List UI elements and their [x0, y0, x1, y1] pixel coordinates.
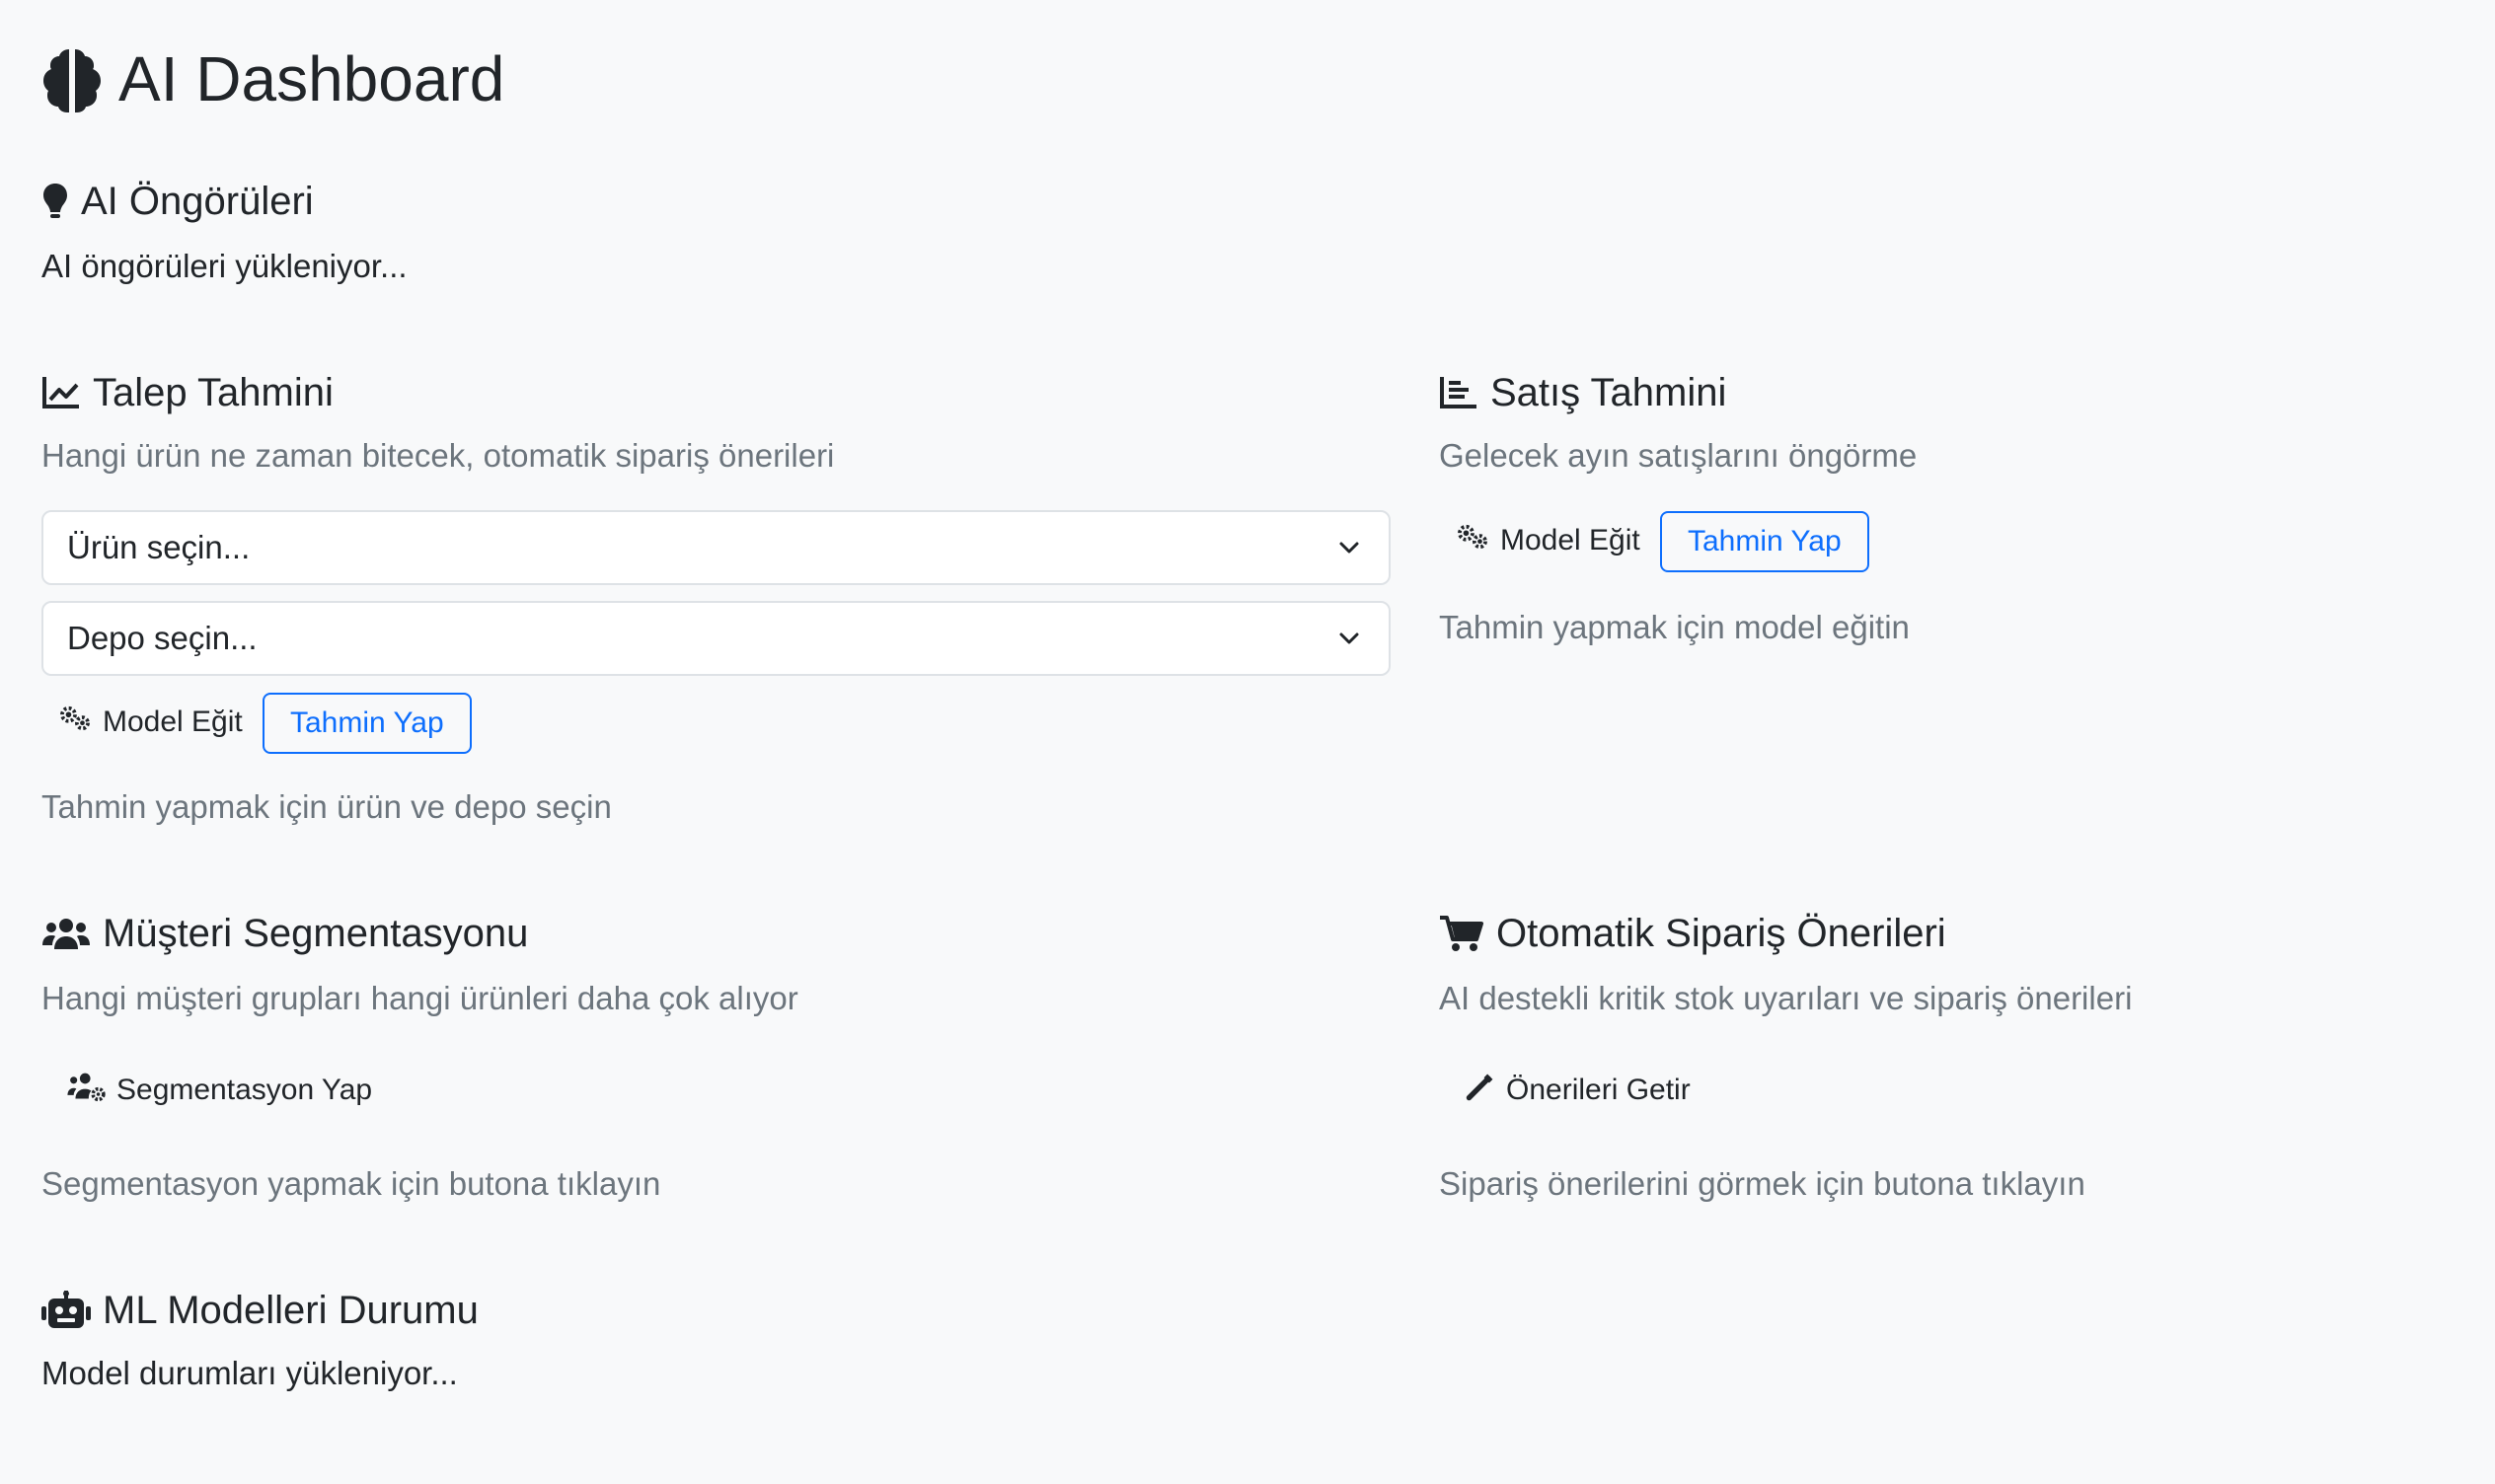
users-cog-icon — [67, 1071, 107, 1110]
demand-title: Talep Tahmini — [93, 371, 334, 414]
chevron-down-icon — [1335, 625, 1363, 652]
sales-hint: Tahmin yapmak için model eğitin — [1439, 609, 1910, 645]
product-select[interactable]: Ürün seçin... — [41, 510, 1391, 585]
auto-order-header: Otomatik Sipariş Önerileri — [1439, 908, 1946, 959]
segmentation-button[interactable]: Segmentasyon Yap — [67, 1061, 372, 1120]
ml-models-status: Model durumları yükleniyor... — [41, 1355, 458, 1391]
auto-order-hint: Sipariş önerilerini görmek için butona t… — [1439, 1165, 2085, 1202]
demand-predict-label: Tahmin Yap — [290, 706, 444, 739]
insights-status: AI öngörüleri yükleniyor... — [41, 248, 408, 284]
sales-subtitle: Gelecek ayın satışlarını öngörme — [1439, 437, 1918, 474]
page-title: AI Dashboard — [118, 43, 505, 114]
chevron-down-icon — [1335, 534, 1363, 561]
get-suggestions-label: Önerileri Getir — [1506, 1074, 1691, 1106]
segmentation-header: Müşteri Segmentasyonu — [41, 908, 528, 959]
ai-dashboard-page: AI Dashboard AI Öngörüleri AI öngörüleri… — [0, 0, 2495, 1484]
page-header: AI Dashboard — [39, 37, 504, 120]
sales-title: Satış Tahmini — [1490, 371, 1727, 414]
warehouse-select-value: Depo seçin... — [67, 620, 258, 656]
segmentation-hint: Segmentasyon yapmak için butona tıklayın — [41, 1165, 661, 1202]
product-select-value: Ürün seçin... — [67, 529, 251, 565]
insights-header: AI Öngörüleri — [41, 176, 314, 227]
gears-icon — [57, 705, 93, 740]
lightbulb-icon — [41, 182, 69, 221]
insights-title: AI Öngörüleri — [81, 180, 314, 223]
get-suggestions-button[interactable]: Önerileri Getir — [1465, 1061, 1691, 1120]
magic-wand-icon — [1465, 1071, 1496, 1110]
sales-train-label: Model Eğit — [1500, 524, 1640, 556]
warehouse-select[interactable]: Depo seçin... — [41, 601, 1391, 676]
users-icon — [41, 914, 91, 953]
sales-header: Satış Tahmini — [1439, 367, 1726, 418]
sales-predict-label: Tahmin Yap — [1688, 525, 1842, 557]
chart-line-icon — [41, 375, 81, 410]
robot-icon — [41, 1291, 91, 1330]
gears-icon — [1455, 523, 1490, 558]
demand-hint: Tahmin yapmak için ürün ve depo seçin — [41, 788, 612, 825]
demand-predict-button[interactable]: Tahmin Yap — [263, 693, 472, 754]
segmentation-subtitle: Hangi müşteri grupları hangi ürünleri da… — [41, 980, 798, 1016]
segmentation-button-label: Segmentasyon Yap — [116, 1074, 373, 1106]
sales-train-button[interactable]: Model Eğit — [1455, 511, 1640, 570]
demand-train-button[interactable]: Model Eğit — [57, 693, 243, 752]
ml-models-header: ML Modelleri Durumu — [41, 1285, 479, 1336]
cart-icon — [1439, 914, 1484, 953]
sales-predict-button[interactable]: Tahmin Yap — [1660, 511, 1869, 572]
demand-train-label: Model Eğit — [103, 705, 243, 738]
brain-icon — [39, 45, 105, 112]
chart-bar-icon — [1439, 375, 1478, 410]
ml-models-title: ML Modelleri Durumu — [103, 1289, 479, 1332]
auto-order-title: Otomatik Sipariş Önerileri — [1496, 912, 1946, 955]
demand-header: Talep Tahmini — [41, 367, 334, 418]
auto-order-subtitle: AI destekli kritik stok uyarıları ve sip… — [1439, 980, 2133, 1016]
segmentation-title: Müşteri Segmentasyonu — [103, 912, 529, 955]
demand-subtitle: Hangi ürün ne zaman bitecek, otomatik si… — [41, 437, 835, 474]
